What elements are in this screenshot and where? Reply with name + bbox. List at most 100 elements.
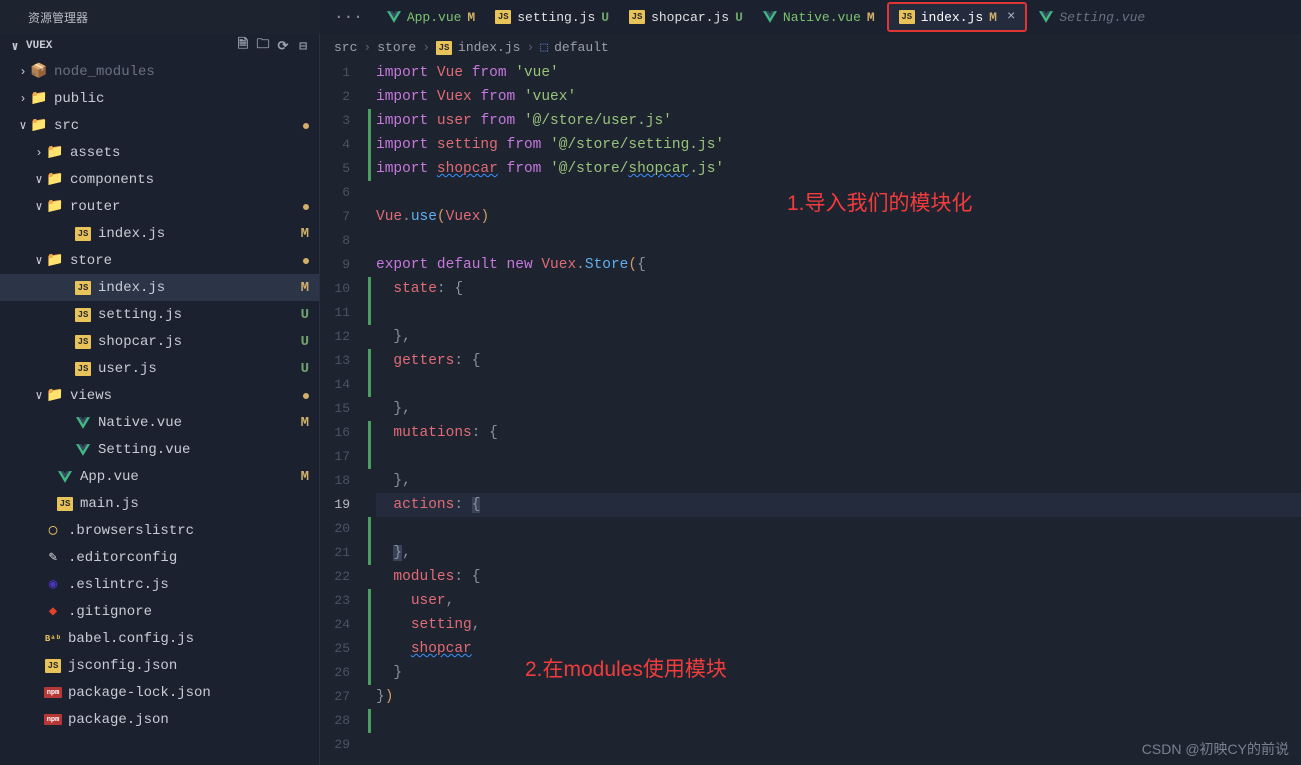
file-icon: 📁	[46, 198, 64, 215]
breadcrumb-segment[interactable]: store	[377, 40, 416, 55]
tree-label: .editorconfig	[68, 550, 309, 566]
file-icon: JS	[56, 497, 74, 511]
file-icon	[56, 471, 74, 483]
breadcrumb-segment[interactable]: default	[554, 40, 609, 55]
tree-item-router[interactable]: ∨📁 router	[0, 193, 319, 220]
file-icon: JS	[74, 227, 92, 241]
tree-label: user.js	[98, 361, 301, 377]
close-icon[interactable]: ×	[1007, 9, 1015, 25]
tree-item-src[interactable]: ∨📁 src	[0, 112, 319, 139]
tab-App-vue[interactable]: App.vueM	[377, 0, 485, 34]
new-file-icon[interactable]: 🗎	[235, 38, 251, 54]
file-icon: Bᵃᵇ	[44, 634, 62, 644]
breadcrumb[interactable]: src›store›JSindex.js›⬚default	[320, 34, 1301, 61]
tree-label: shopcar.js	[98, 334, 301, 350]
code-area[interactable]: 1234567891011121314151617181920212223242…	[320, 61, 1301, 765]
file-icon: 📁	[46, 387, 64, 404]
file-icon	[74, 444, 92, 456]
tree-label: node_modules	[54, 64, 309, 80]
tree-label: .gitignore	[68, 604, 309, 620]
tree-item-setting-js[interactable]: JSsetting.jsU	[0, 301, 319, 328]
chevron-icon[interactable]: ∨	[32, 199, 46, 214]
tree-item-main-js[interactable]: JSmain.js	[0, 490, 319, 517]
tab-Setting-vue[interactable]: Setting.vue	[1029, 0, 1155, 34]
file-icon: ✎	[44, 549, 62, 566]
tree-label: Setting.vue	[98, 442, 309, 458]
tab-shopcar-js[interactable]: JSshopcar.jsU	[619, 0, 753, 34]
chevron-icon[interactable]: ∨	[16, 118, 30, 133]
project-name: VUEX	[26, 40, 52, 52]
tree-item-components[interactable]: ∨📁components	[0, 166, 319, 193]
explorer-header[interactable]: ∨ VUEX 🗎 🗀 ⟳ ⊟	[0, 34, 319, 58]
tree-label: App.vue	[80, 469, 301, 485]
chevron-icon[interactable]: ∨	[32, 172, 46, 187]
tree-item-public[interactable]: ›📁 public	[0, 85, 319, 112]
file-icon: 📁	[30, 117, 48, 134]
tree-item-user-js[interactable]: JSuser.jsU	[0, 355, 319, 382]
tree-item--editorconfig[interactable]: ✎ .editorconfig	[0, 544, 319, 571]
tree-label: router	[70, 199, 303, 215]
tree-item-node_modules[interactable]: ›📦 node_modules	[0, 58, 319, 85]
breadcrumb-segment[interactable]: src	[334, 40, 357, 55]
code-editor: src›store›JSindex.js›⬚default 1234567891…	[320, 34, 1301, 765]
tree-label: .eslintrc.js	[68, 577, 309, 593]
file-icon: 📁	[30, 90, 48, 107]
tree-item-index-js[interactable]: JSindex.jsM	[0, 220, 319, 247]
chevron-icon[interactable]: ›	[16, 92, 30, 106]
collapse-icon[interactable]: ⊟	[295, 38, 311, 54]
tree-label: babel.config.js	[68, 631, 309, 647]
file-icon: 📁	[46, 171, 64, 188]
tree-item-jsconfig-json[interactable]: JS jsconfig.json	[0, 652, 319, 679]
tree-label: public	[54, 91, 309, 107]
file-icon: ◆	[44, 603, 62, 620]
tab-label: Setting.vue	[1059, 10, 1145, 25]
chevron-down-icon[interactable]: ∨	[8, 39, 22, 54]
new-folder-icon[interactable]: 🗀	[255, 38, 271, 54]
tab-Native-vue[interactable]: Native.vueM	[753, 0, 885, 34]
refresh-icon[interactable]: ⟳	[275, 38, 291, 54]
tree-label: package-lock.json	[68, 685, 309, 701]
tree-label: .browserslistrc	[68, 523, 309, 539]
line-numbers: 1234567891011121314151617181920212223242…	[320, 61, 368, 765]
tab-index-js[interactable]: JSindex.jsM×	[887, 2, 1028, 32]
tree-item-index-js[interactable]: JSindex.jsM	[0, 274, 319, 301]
tree-item-App-vue[interactable]: App.vueM	[0, 463, 319, 490]
file-icon: ◉	[44, 576, 62, 593]
file-icon: 📁	[46, 144, 64, 161]
file-explorer: ∨ VUEX 🗎 🗀 ⟳ ⊟ ›📦node_modules›📁public∨📁s…	[0, 34, 320, 765]
tree-item-views[interactable]: ∨📁views	[0, 382, 319, 409]
tree-item-shopcar-js[interactable]: JSshopcar.jsU	[0, 328, 319, 355]
explorer-title: 资源管理器	[0, 0, 320, 34]
tree-item-package-json[interactable]: npmpackage.json	[0, 706, 319, 733]
tree-label: store	[70, 253, 303, 269]
tree-label: index.js	[98, 226, 301, 242]
tree-label: package.json	[68, 712, 309, 728]
tree-item-assets[interactable]: ›📁assets	[0, 139, 319, 166]
tree-item-Native-vue[interactable]: Native.vueM	[0, 409, 319, 436]
tree-label: setting.js	[98, 307, 301, 323]
code-content[interactable]: import Vue from 'vue'import Vuex from 'v…	[376, 61, 1301, 765]
tree-item-Setting-vue[interactable]: Setting.vue	[0, 436, 319, 463]
file-icon: 📦	[30, 63, 48, 80]
tree-label: index.js	[98, 280, 301, 296]
tree-item--eslintrc-js[interactable]: ◉ .eslintrc.js	[0, 571, 319, 598]
chevron-icon[interactable]: ›	[32, 146, 46, 160]
tree-label: jsconfig.json	[68, 658, 309, 674]
tree-label: src	[54, 118, 303, 134]
chevron-icon[interactable]: ∨	[32, 388, 46, 403]
breadcrumb-segment[interactable]: index.js	[458, 40, 520, 55]
editor-tabs: ··· App.vueMJSsetting.jsUJSshopcar.jsUNa…	[320, 0, 1301, 34]
file-icon: JS	[74, 308, 92, 322]
more-icon[interactable]: ···	[320, 8, 377, 26]
file-icon: JS	[44, 659, 62, 673]
tree-item-package-lock-json[interactable]: npmpackage-lock.json	[0, 679, 319, 706]
chevron-icon[interactable]: ∨	[32, 253, 46, 268]
file-icon: 📁	[46, 252, 64, 269]
chevron-icon[interactable]: ›	[16, 65, 30, 79]
tab-label: index.js	[921, 10, 983, 25]
tab-setting-js[interactable]: JSsetting.jsU	[485, 0, 619, 34]
tree-item-store[interactable]: ∨📁 store	[0, 247, 319, 274]
tree-item--gitignore[interactable]: ◆ .gitignore	[0, 598, 319, 625]
tree-item-babel-config-js[interactable]: Bᵃᵇ babel.config.js	[0, 625, 319, 652]
tree-item--browserslistrc[interactable]: ◯.browserslistrc	[0, 517, 319, 544]
